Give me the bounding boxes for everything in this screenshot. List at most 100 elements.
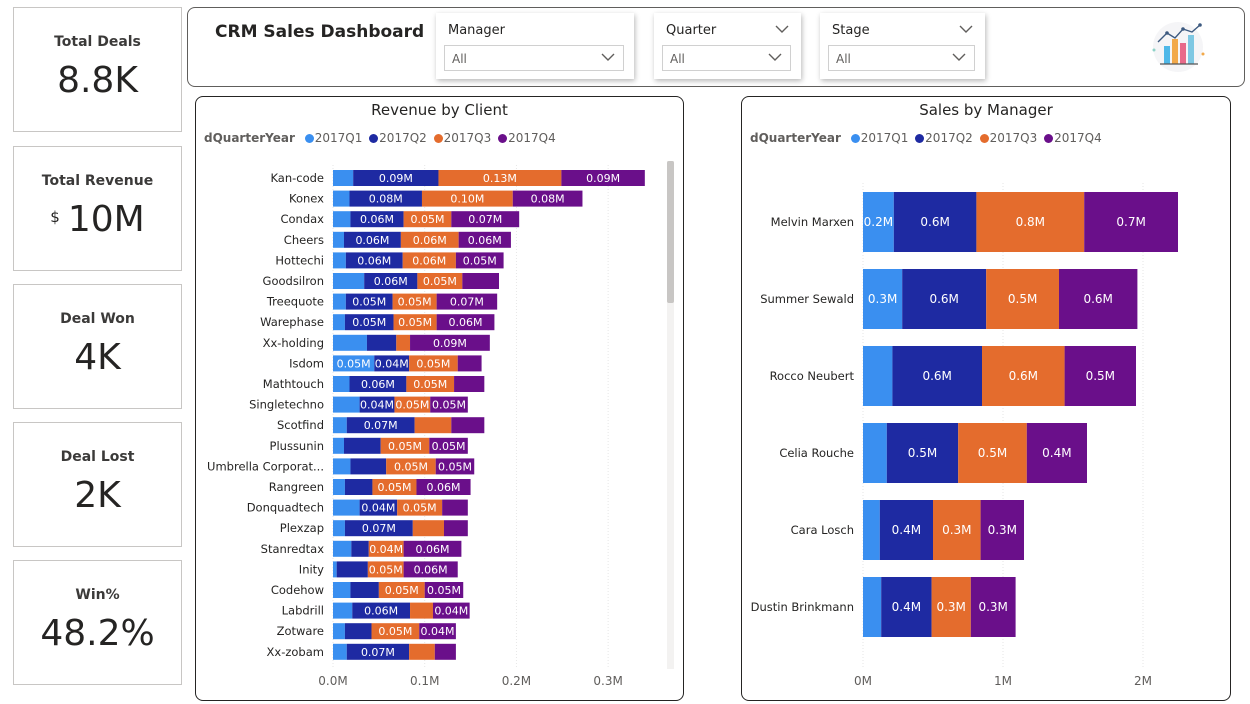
quarter-dropdown[interactable]: All — [662, 45, 791, 71]
dropdown-value: All — [836, 52, 851, 66]
x-tick-label: 0M — [854, 674, 872, 688]
bar-segment-donquadtech-2017q1[interactable] — [333, 499, 360, 516]
data-label: 0.08M — [531, 193, 565, 206]
bar-segment-xx-zobam-2017q1[interactable] — [333, 643, 347, 660]
bar-segment-scotfind-2017q1[interactable] — [333, 417, 347, 434]
bar-segment-singletechno-2017q1[interactable] — [333, 396, 360, 413]
data-label: 0.06M — [413, 234, 447, 247]
bar-segment-xx-holding-2017q2[interactable] — [366, 334, 397, 351]
stage-dropdown[interactable]: All — [828, 45, 975, 71]
bar-segment-mathtouch-2017q4[interactable] — [454, 376, 485, 392]
bar-segment-dustin-brinkmann-2017q1[interactable] — [863, 577, 882, 637]
kpi-card-deal-lost: Deal Lost 2K — [13, 422, 182, 547]
bar-segment-warephase-2017q1[interactable] — [333, 314, 345, 331]
bar-segment-condax-2017q1[interactable] — [333, 211, 351, 228]
data-label: 0.07M — [361, 646, 395, 659]
sales-by-manager-chart: 0M 1M 2M Melvin Marxen 0.2M 0.6M 0.8M 0.7M Summe… — [751, 183, 1178, 688]
manager-dropdown[interactable]: All — [444, 45, 624, 71]
chevron-down-icon[interactable] — [775, 24, 789, 34]
data-label: 0.5M — [1008, 292, 1037, 306]
x-tick-label: 0.0M — [318, 674, 347, 688]
data-label: 0.09M — [379, 172, 413, 185]
bar-segment-stanredtax-2017q1[interactable] — [333, 540, 352, 557]
bar-segment-cara-losch-2017q1[interactable] — [863, 500, 880, 560]
kpi-value: 48.2% — [40, 613, 155, 654]
category-label-xx-zobam: Xx-zobam — [267, 645, 324, 659]
bar-segment-stanredtax-2017q2[interactable] — [351, 540, 369, 557]
bar-segment-cheers-2017q1[interactable] — [333, 231, 345, 248]
bar-segment-isdom-2017q4[interactable] — [457, 355, 482, 372]
bar-segment-codehow-2017q2[interactable] — [350, 582, 379, 598]
category-label-summer-sewald: Summer Sewald — [760, 292, 854, 306]
bar-segment-xx-zobam-2017q3[interactable] — [409, 643, 435, 660]
bar-segment-rangreen-2017q1[interactable] — [333, 479, 345, 495]
bar-segment-rocco-neubert-2017q1[interactable] — [863, 346, 893, 406]
slicer-stage[interactable]: Stage All — [820, 13, 985, 79]
bar-segment-kan-code-2017q1[interactable] — [333, 170, 354, 186]
bar-segment-umbrella-corporat-2017q1[interactable] — [333, 458, 351, 475]
category-label-treequote: Treequote — [266, 295, 324, 309]
bar-segment-xx-holding-2017q3[interactable] — [396, 334, 411, 351]
category-label-zotware: Zotware — [277, 624, 324, 638]
bar-segment-hottechi-2017q1[interactable] — [333, 252, 346, 269]
bar-segment-xx-holding-2017q1[interactable] — [333, 334, 367, 351]
category-label-xx-holding: Xx-holding — [263, 336, 324, 350]
bar-segment-celia-rouche-2017q1[interactable] — [863, 423, 887, 483]
data-label: 0.05M — [398, 316, 432, 329]
chevron-down-icon[interactable] — [959, 24, 973, 34]
bar-segment-rangreen-2017q2[interactable] — [344, 479, 373, 495]
bar-segment-xx-zobam-2017q4[interactable] — [434, 643, 456, 660]
category-label-condax: Condax — [280, 212, 324, 226]
bar-segment-umbrella-corporat-2017q2[interactable] — [350, 458, 387, 475]
bar-segment-labdrill-2017q1[interactable] — [333, 602, 353, 619]
bar-segment-scotfind-2017q3[interactable] — [414, 417, 452, 434]
bar-segment-labdrill-2017q3[interactable] — [410, 602, 433, 619]
data-label: 0.04M — [434, 605, 468, 618]
bar-segment-plussunin-2017q1[interactable] — [333, 437, 345, 454]
bar-segment-treequote-2017q1[interactable] — [333, 293, 346, 310]
data-label: 0.09M — [586, 172, 620, 185]
data-label: 0.08M — [369, 193, 403, 206]
bar-segment-konex-2017q1[interactable] — [333, 190, 350, 207]
bar-segment-mathtouch-2017q1[interactable] — [333, 376, 350, 392]
bar-segment-inity-2017q2[interactable] — [336, 561, 368, 578]
bar-segment-plussunin-2017q2[interactable] — [344, 437, 381, 454]
bar-segment-goodsilron-2017q4[interactable] — [462, 273, 500, 289]
bar-segment-goodsilron-2017q1[interactable] — [333, 273, 365, 289]
bar-segment-plexzap-2017q4[interactable] — [443, 520, 468, 537]
category-label-plexzap: Plexzap — [280, 521, 324, 535]
bar-segment-zotware-2017q1[interactable] — [333, 623, 345, 640]
data-label: 0.06M — [355, 234, 389, 247]
data-label: 0.05M — [352, 316, 386, 329]
kpi-value: 4K — [74, 337, 121, 378]
data-label: 0.06M — [361, 378, 395, 391]
x-tick-label: 0.3M — [593, 674, 622, 688]
data-label: 0.06M — [412, 254, 446, 267]
slicer-manager[interactable]: Manager All — [436, 13, 634, 79]
data-label: 0.3M — [978, 600, 1007, 614]
data-label: 0.05M — [388, 440, 422, 453]
revenue-by-client-panel: Revenue by Client dQuarterYear 2017Q1 20… — [195, 96, 684, 701]
bar-segment-codehow-2017q1[interactable] — [333, 582, 351, 598]
kpi-card-win-percent: Win% 48.2% — [13, 560, 182, 685]
scrollbar-thumb[interactable] — [667, 161, 674, 303]
category-label-konex: Konex — [289, 192, 324, 206]
bar-segment-zotware-2017q2[interactable] — [344, 623, 372, 640]
bar-segment-scotfind-2017q4[interactable] — [451, 417, 485, 434]
data-label: 0.09M — [433, 337, 467, 350]
category-label-kan-code: Kan-code — [270, 171, 324, 185]
data-label: 0.4M — [1042, 446, 1071, 460]
bar-segment-donquadtech-2017q4[interactable] — [442, 499, 468, 516]
bar-segment-plexzap-2017q3[interactable] — [412, 520, 444, 537]
data-label: 0.05M — [395, 399, 429, 412]
slicer-label: Stage — [832, 23, 870, 38]
bar-segment-plexzap-2017q1[interactable] — [333, 520, 345, 537]
data-label: 0.07M — [468, 213, 502, 226]
slicer-quarter[interactable]: Quarter All — [654, 13, 801, 79]
data-label: 0.05M — [423, 275, 457, 288]
data-label: 0.2M — [864, 215, 893, 229]
kpi-label: Total Deals — [54, 34, 141, 50]
data-label: 0.07M — [362, 522, 396, 535]
bar-segment-inity-2017q1[interactable] — [333, 561, 337, 578]
category-label-scotfind: Scotfind — [277, 418, 324, 432]
